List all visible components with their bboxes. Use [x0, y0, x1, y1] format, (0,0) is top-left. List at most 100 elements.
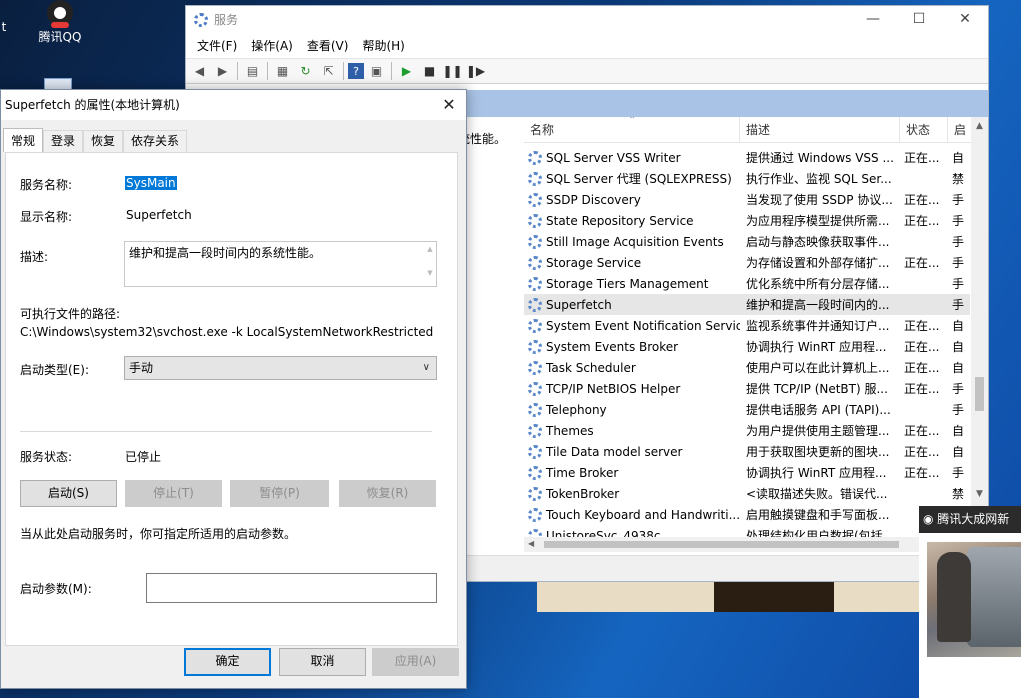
stop-button[interactable]: 停止(T) [125, 480, 222, 507]
service-name-cell: SQL Server 代理 (SQLEXPRESS) [524, 170, 740, 187]
divider [20, 431, 432, 432]
maximize-button[interactable]: ☐ [896, 6, 942, 33]
service-description-cell: 提供 TCP/IP (NetBT) 服... [746, 382, 888, 396]
sort-ascending-icon: ⌃ [628, 117, 637, 126]
desktop-icon-partial[interactable]: t [0, 20, 8, 34]
pause-service-icon[interactable]: ❚❚ [442, 61, 463, 81]
export-list-icon[interactable]: ⇱ [318, 61, 339, 81]
column-startup[interactable]: 启 [948, 117, 970, 143]
show-hide-tree-icon[interactable]: ▤ [242, 61, 263, 81]
service-gear-icon [528, 486, 542, 501]
service-row[interactable]: Touch Keyboard and Handwriti... 启用触摸键盘和手写… [524, 504, 970, 525]
service-startup-cell: 手 [952, 403, 965, 417]
start-params-hint: 当从此处启动服务时，你可指定所适用的启动参数。 [20, 527, 297, 541]
scroll-left-icon[interactable]: ◀ [528, 539, 534, 548]
vertical-scrollbar[interactable]: ▲ ▼ [971, 117, 988, 552]
service-row[interactable]: Storage Service 为存储设置和外部存储扩... 正在... 手 [524, 252, 970, 273]
service-row[interactable]: Still Image Acquisition Events 启动与静态映像获取事… [524, 231, 970, 252]
service-description-cell: 提供通过 Windows VSS ... [746, 151, 894, 165]
executable-path-value[interactable]: C:\Windows\system32\svchost.exe -k Local… [20, 325, 433, 339]
service-row[interactable]: Tile Data model server 用于获取图块更新的图块... 正在..… [524, 441, 970, 462]
service-description-cell: 提供电话服务 API (TAPI)... [746, 403, 891, 417]
services-gear-icon [194, 12, 208, 27]
service-status-cell: 正在... [904, 214, 940, 228]
tab-logon[interactable]: 登录 [43, 130, 84, 152]
menu-file[interactable]: 文件(F) [190, 37, 244, 54]
properties-icon[interactable]: ▦ [272, 61, 293, 81]
scroll-up-icon[interactable]: ▲ [971, 121, 988, 131]
description-scrollbar[interactable]: ▲ ▼ [425, 243, 435, 285]
close-button[interactable]: ✕ [942, 6, 988, 33]
dialog-close-icon[interactable]: ✕ [438, 90, 460, 120]
news-popup[interactable]: ◉ 腾讯大成网新 [919, 506, 1021, 698]
service-row[interactable]: Telephony 提供电话服务 API (TAPI)... 手 [524, 399, 970, 420]
service-gear-icon [528, 444, 542, 459]
back-arrow-icon[interactable]: ◀ [189, 61, 210, 81]
service-gear-icon [528, 171, 542, 186]
pause-button[interactable]: 暂停(P) [230, 480, 329, 507]
service-row[interactable]: Time Broker 协调执行 WinRT 应用程... 正在... 手 [524, 462, 970, 483]
service-gear-icon [528, 150, 542, 165]
menu-action[interactable]: 操作(A) [244, 37, 300, 54]
toolbar: ◀ ▶ ▤ ▦ ↻ ⇱ ? ▣ ▶ ■ ❚❚ ❚▶ [186, 58, 988, 84]
tab-dependencies[interactable]: 依存关系 [123, 130, 188, 152]
service-row[interactable]: Task Scheduler 使用户可以在此计算机上... 正在... 自 [524, 357, 970, 378]
start-service-icon[interactable]: ▶ [396, 61, 417, 81]
service-row[interactable]: System Event Notification Service 监视系统事件并… [524, 315, 970, 336]
service-row[interactable]: Themes 为用户提供使用主题管理... 正在... 自 [524, 420, 970, 441]
service-row[interactable]: Storage Tiers Management 优化系统中所有分层存储... 手 [524, 273, 970, 294]
service-startup-cell: 手 [952, 214, 965, 228]
column-status[interactable]: 状态 [900, 117, 948, 143]
service-name-cell: Storage Tiers Management [524, 276, 740, 291]
service-row[interactable]: System Events Broker 协调执行 WinRT 应用程... 正在.… [524, 336, 970, 357]
service-gear-icon [528, 507, 542, 522]
service-row[interactable]: TCP/IP NetBIOS Helper 提供 TCP/IP (NetBT) 服… [524, 378, 970, 399]
ok-button[interactable]: 确定 [184, 648, 271, 676]
minimize-button[interactable]: — [850, 6, 896, 33]
startup-type-value: 手动 [129, 361, 154, 375]
restart-service-icon[interactable]: ❚▶ [465, 61, 486, 81]
service-row[interactable]: SSDP Discovery 当发现了使用 SSDP 协议... 正在... 手 [524, 189, 970, 210]
description-box[interactable]: 维护和提高一段时间内的系统性能。 ▲ ▼ [124, 241, 437, 287]
scroll-thumb[interactable] [975, 377, 984, 411]
hscroll-thumb[interactable] [544, 541, 899, 548]
news-thumbnail[interactable] [927, 542, 1021, 657]
service-row[interactable]: SQL Server VSS Writer 提供通过 Windows VSS ..… [524, 147, 970, 168]
service-name-value[interactable]: SysMain [125, 176, 177, 190]
menu-view[interactable]: 查看(V) [300, 37, 356, 54]
apply-button[interactable]: 应用(A) [372, 648, 459, 676]
service-row[interactable]: TokenBroker <读取描述失败。错误代... 禁 [524, 483, 970, 504]
tab-recovery[interactable]: 恢复 [83, 130, 124, 152]
service-name-cell: SSDP Discovery [524, 192, 740, 207]
refresh-icon[interactable]: ↻ [295, 61, 316, 81]
startup-type-label: 启动类型(E): [20, 363, 89, 377]
forward-arrow-icon[interactable]: ▶ [212, 61, 233, 81]
service-description-cell: 监视系统事件并通知订户... [746, 319, 890, 333]
stop-service-icon[interactable]: ■ [419, 61, 440, 81]
startup-type-select[interactable]: 手动 ∨ [124, 356, 437, 380]
start-button[interactable]: 启动(S) [20, 480, 117, 507]
service-row[interactable]: State Repository Service 为应用程序模型提供所需... 正在… [524, 210, 970, 231]
desktop-icon-qq[interactable]: 腾讯QQ [32, 0, 88, 45]
display-name-value[interactable]: Superfetch [126, 208, 192, 222]
column-description[interactable]: 描述 [740, 117, 900, 143]
service-row[interactable]: Superfetch 维护和提高一段时间内的... 手 [524, 294, 970, 315]
start-params-input[interactable] [146, 573, 437, 603]
service-description-cell: 协调执行 WinRT 应用程... [746, 340, 887, 354]
qq-icon [47, 0, 73, 28]
service-name-cell: SQL Server VSS Writer [524, 150, 740, 165]
scroll-down-icon[interactable]: ▼ [971, 489, 988, 499]
service-gear-icon [528, 465, 542, 480]
service-gear-icon [528, 255, 542, 270]
service-row[interactable]: SQL Server 代理 (SQLEXPRESS) 执行作业、监视 SQL Se… [524, 168, 970, 189]
help-icon[interactable]: ? [348, 63, 364, 79]
service-status-cell: 正在... [904, 151, 940, 165]
service-startup-cell: 禁 [952, 487, 965, 501]
resume-button[interactable]: 恢复(R) [339, 480, 436, 507]
cancel-button[interactable]: 取消 [279, 648, 366, 676]
tab-general[interactable]: 常规 [3, 128, 44, 152]
menu-help[interactable]: 帮助(H) [355, 37, 411, 54]
service-name-cell: Superfetch [524, 297, 740, 312]
console-icon[interactable]: ▣ [366, 61, 387, 81]
news-popup-title: 腾讯大成网新 [937, 512, 1010, 526]
